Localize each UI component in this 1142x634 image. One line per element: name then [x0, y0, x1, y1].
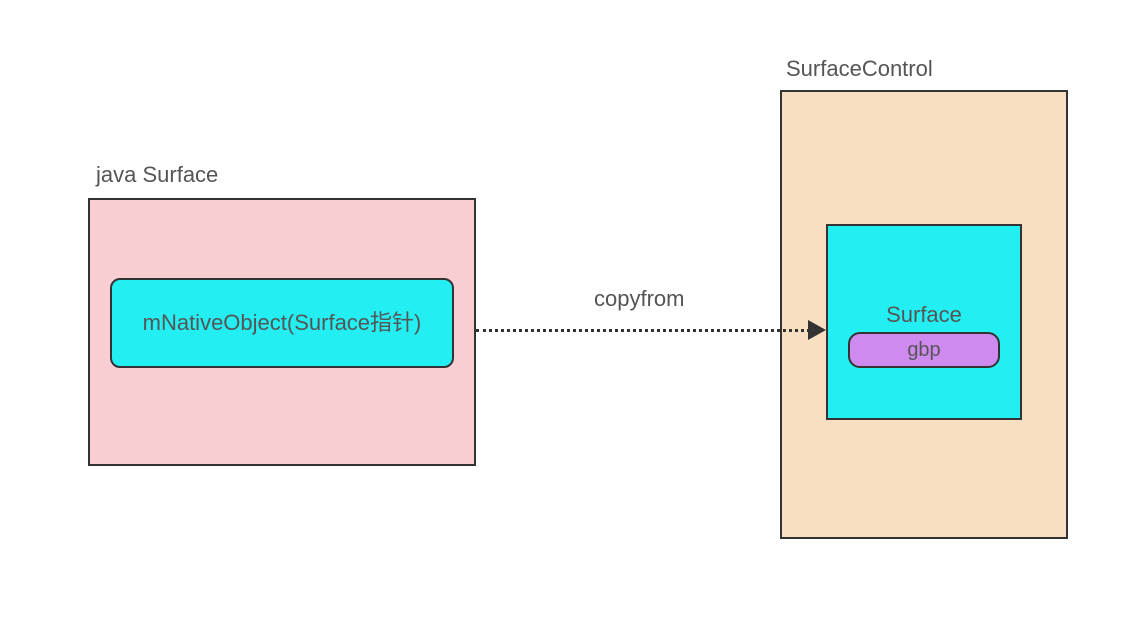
native-object-label: mNativeObject(Surface指针): [143, 308, 422, 338]
copyfrom-arrow-head-icon: [808, 320, 826, 340]
surface-box: Surface gbp: [826, 224, 1022, 420]
native-object-box: mNativeObject(Surface指针): [110, 278, 454, 368]
surface-label: Surface: [886, 302, 962, 328]
gbp-label: gbp: [907, 339, 940, 362]
copyfrom-arrow-line: [476, 329, 816, 332]
surface-control-title: SurfaceControl: [786, 56, 933, 82]
copyfrom-label: copyfrom: [594, 286, 684, 312]
diagram-canvas: java Surface mNativeObject(Surface指针) Su…: [0, 0, 1142, 634]
java-surface-title: java Surface: [96, 162, 218, 188]
gbp-box: gbp: [848, 332, 1000, 368]
